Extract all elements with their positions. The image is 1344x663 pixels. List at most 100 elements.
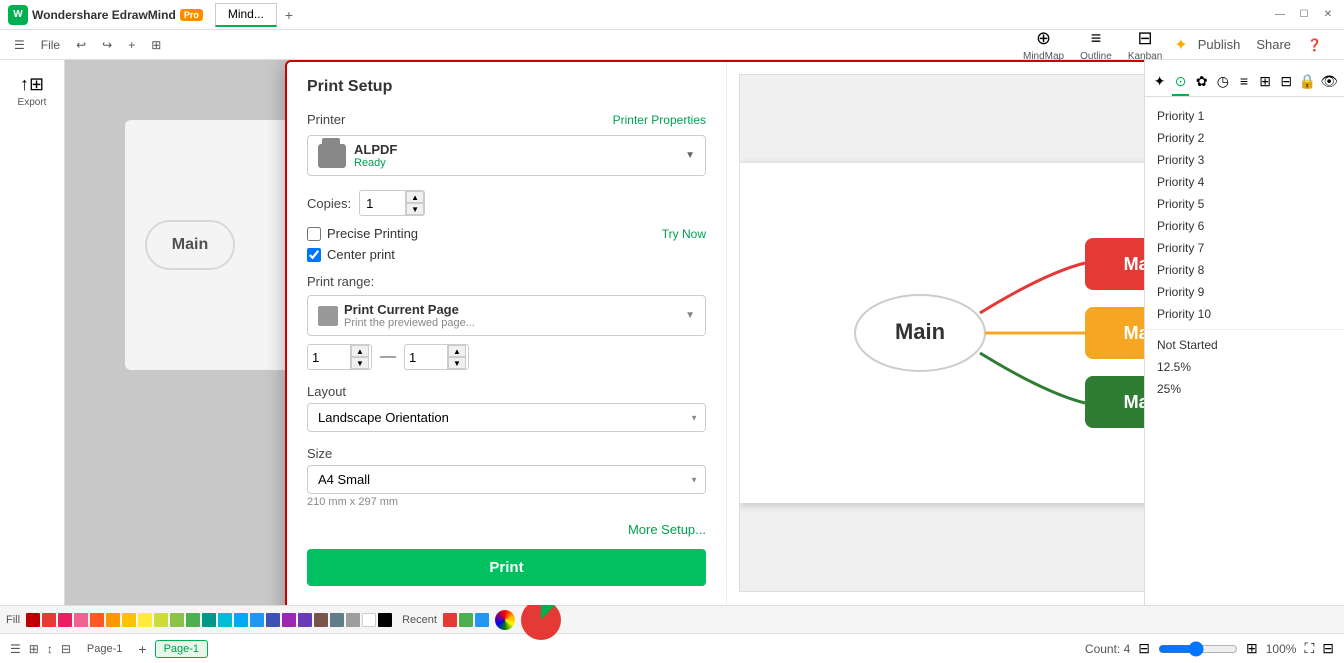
bottom-collapse-button[interactable]: ⊟: [61, 642, 71, 656]
copies-up-button[interactable]: ▲: [406, 191, 424, 203]
list-tab[interactable]: ≡: [1235, 68, 1252, 96]
color-swatch-yellow[interactable]: [138, 613, 152, 627]
color-swatch-deep-orange[interactable]: [90, 613, 104, 627]
recent-swatch-3[interactable]: [475, 613, 489, 627]
kanban-tool[interactable]: ⊟ Kanban: [1128, 28, 1162, 62]
range-from-up[interactable]: ▲: [351, 345, 369, 357]
add-tab-button[interactable]: +: [277, 5, 301, 25]
priority-tab[interactable]: ⊙: [1172, 68, 1189, 96]
color-swatch-pink-light[interactable]: [74, 613, 88, 627]
redo-button[interactable]: ↪: [96, 36, 118, 54]
close-button[interactable]: ✕: [1320, 7, 1336, 23]
outline-tool[interactable]: ≡ Outline: [1080, 28, 1112, 62]
active-tab[interactable]: Mind...: [215, 3, 277, 27]
color-swatch-teal[interactable]: [202, 613, 216, 627]
copies-input[interactable]: [360, 193, 405, 214]
sidebar-toggle-button[interactable]: ⊟: [1322, 640, 1334, 657]
maximize-button[interactable]: ☐: [1296, 7, 1312, 23]
zoom-out-button[interactable]: ⊟: [1138, 640, 1150, 657]
minimize-button[interactable]: —: [1272, 7, 1288, 23]
try-now-link[interactable]: Try Now: [662, 227, 706, 241]
color-swatch-red[interactable]: [42, 613, 56, 627]
priority-item-4[interactable]: Priority 4: [1145, 171, 1344, 193]
more-setup-link[interactable]: More Setup...: [307, 522, 706, 537]
recent-swatch-1[interactable]: [443, 613, 457, 627]
priority-item-9[interactable]: Priority 9: [1145, 281, 1344, 303]
bottom-expand-button[interactable]: ↕: [47, 642, 53, 656]
not-started-item[interactable]: Not Started: [1145, 334, 1344, 356]
color-swatch-amber[interactable]: [122, 613, 136, 627]
range-to-down[interactable]: ▼: [448, 357, 466, 369]
color-swatch-orange[interactable]: [106, 613, 120, 627]
color-swatch-white[interactable]: [362, 613, 376, 627]
eye-tab[interactable]: 👁: [1320, 68, 1338, 96]
bottom-fit-button[interactable]: ⊞: [29, 642, 39, 656]
precise-printing-checkbox[interactable]: [307, 227, 321, 241]
color-swatch-indigo[interactable]: [266, 613, 280, 627]
export-tool[interactable]: ↑⊞ Export: [12, 68, 53, 114]
color-swatch-blue[interactable]: [250, 613, 264, 627]
file-button[interactable]: File: [35, 36, 66, 54]
publish-button[interactable]: Publish: [1192, 35, 1247, 54]
priority-item-3[interactable]: Priority 3: [1145, 149, 1344, 171]
settings-tab[interactable]: ✿: [1193, 68, 1210, 96]
help-button[interactable]: ❓: [1301, 36, 1328, 54]
printer-properties-link[interactable]: Printer Properties: [613, 113, 706, 127]
priority-item-8[interactable]: Priority 8: [1145, 259, 1344, 281]
color-swatch-lime[interactable]: [154, 613, 168, 627]
canvas-zoom-slider[interactable]: [1158, 641, 1238, 657]
color-picker-button[interactable]: [495, 610, 515, 630]
color-swatch-light-green[interactable]: [170, 613, 184, 627]
mindmap-tool[interactable]: ⊕ MindMap: [1023, 28, 1064, 62]
range-from-down[interactable]: ▼: [351, 357, 369, 369]
color-swatch-grey[interactable]: [346, 613, 360, 627]
color-swatch-green[interactable]: [186, 613, 200, 627]
active-page-tab[interactable]: Page-1: [155, 640, 208, 658]
color-wheel[interactable]: [521, 600, 561, 640]
range-to-up[interactable]: ▲: [448, 345, 466, 357]
share-button[interactable]: Share: [1250, 35, 1297, 54]
image-tab[interactable]: ⊟: [1278, 68, 1295, 96]
page-range-select[interactable]: Print Current Page Print the previewed p…: [307, 295, 706, 336]
inactive-page-tab[interactable]: Page-1: [79, 641, 130, 657]
color-swatch-black[interactable]: [378, 613, 392, 627]
layout-select[interactable]: Landscape Orientation Portrait Orientati…: [307, 403, 706, 432]
color-swatch-cyan[interactable]: [218, 613, 232, 627]
percentage-1-item[interactable]: 12.5%: [1145, 356, 1344, 378]
center-print-checkbox[interactable]: [307, 248, 321, 262]
priority-item-6[interactable]: Priority 6: [1145, 215, 1344, 237]
undo-button[interactable]: ↩: [70, 36, 92, 54]
template-button[interactable]: ⊞: [145, 36, 167, 54]
printer-select[interactable]: ALPDF Ready ▼: [307, 135, 706, 176]
grid-tab[interactable]: ⊞: [1257, 68, 1274, 96]
sparkle-tab[interactable]: ✦: [1151, 68, 1168, 96]
clock-tab[interactable]: ◷: [1214, 68, 1231, 96]
window-controls[interactable]: — ☐ ✕: [1272, 7, 1336, 23]
range-to-input[interactable]: [405, 347, 447, 368]
priority-item-10[interactable]: Priority 10: [1145, 303, 1344, 325]
priority-item-5[interactable]: Priority 5: [1145, 193, 1344, 215]
color-swatch-red-dark[interactable]: [26, 613, 40, 627]
size-select[interactable]: A4 Small A4 Letter: [307, 465, 706, 494]
color-swatch-brown[interactable]: [314, 613, 328, 627]
copies-down-button[interactable]: ▼: [406, 203, 424, 215]
bottom-menu-button[interactable]: ☰: [10, 642, 21, 656]
percentage-2-item[interactable]: 25%: [1145, 378, 1344, 400]
color-swatch-light-blue[interactable]: [234, 613, 248, 627]
priority-item-2[interactable]: Priority 2: [1145, 127, 1344, 149]
add-page-bottom-button[interactable]: +: [138, 641, 146, 657]
print-button[interactable]: Print: [307, 549, 706, 586]
lock-tab[interactable]: 🔒: [1299, 68, 1316, 96]
recent-swatch-2[interactable]: [459, 613, 473, 627]
color-swatch-purple[interactable]: [282, 613, 296, 627]
add-page-button[interactable]: +: [122, 36, 141, 54]
color-swatch-pink[interactable]: [58, 613, 72, 627]
menu-button[interactable]: ☰: [8, 36, 31, 54]
color-swatch-blue-grey[interactable]: [330, 613, 344, 627]
priority-item-7[interactable]: Priority 7: [1145, 237, 1344, 259]
zoom-in-button[interactable]: ⊞: [1246, 640, 1258, 657]
fullscreen-button[interactable]: ⛶: [1304, 640, 1314, 657]
priority-item-1[interactable]: Priority 1: [1145, 105, 1344, 127]
range-from-input[interactable]: [308, 347, 350, 368]
color-swatch-deep-purple[interactable]: [298, 613, 312, 627]
